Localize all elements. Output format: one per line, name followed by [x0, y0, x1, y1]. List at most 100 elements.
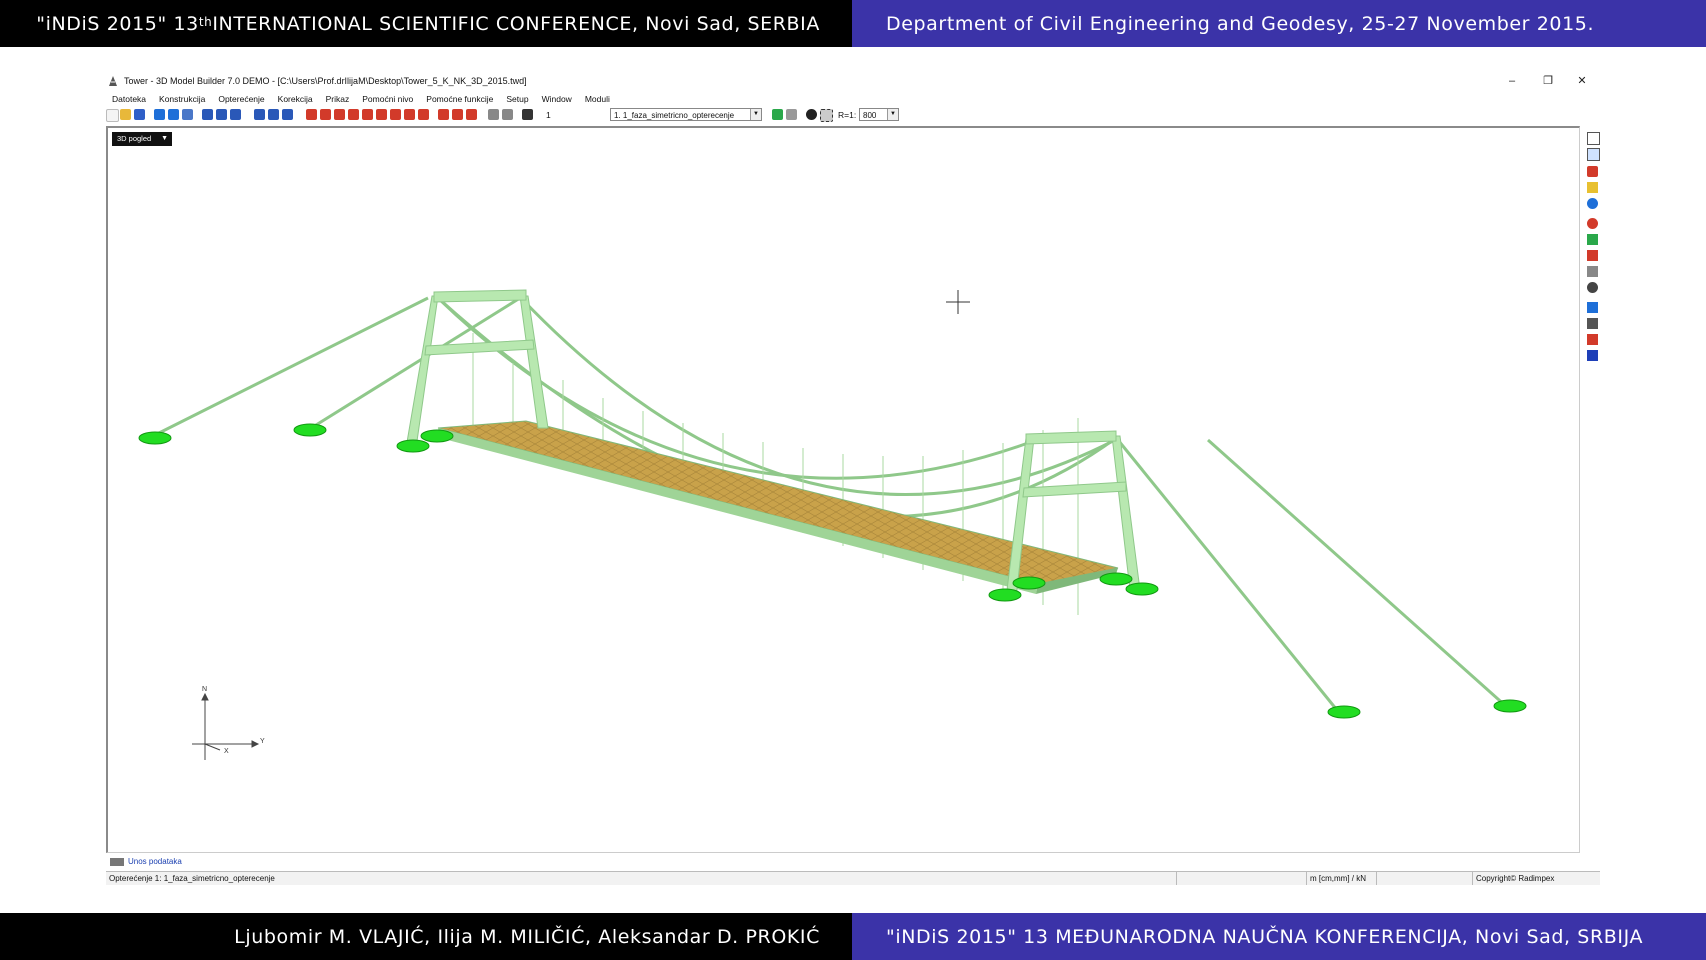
footer-conference: "iNDiS 2015" 13 MEĐUNARODNA NAUČNA KONFE… — [852, 913, 1706, 960]
load-case-value: 1. 1_faza_simetricno_opterecenje — [614, 111, 735, 120]
menu-window[interactable]: Window — [542, 92, 572, 106]
contrast-icon[interactable] — [806, 109, 817, 120]
crosshair-cursor-icon — [946, 290, 970, 314]
load-area-icon[interactable] — [334, 109, 345, 120]
menu-setup[interactable]: Setup — [506, 92, 528, 106]
minimize-button[interactable]: – — [1498, 72, 1526, 90]
dimension-icon[interactable] — [1587, 182, 1598, 193]
menu-bar: Datoteka Konstrukcija Opterećenje Korekc… — [106, 92, 1600, 106]
menu-prikaz[interactable]: Prikaz — [326, 92, 350, 106]
zoom-extents-icon[interactable] — [820, 109, 833, 122]
chevron-down-icon[interactable]: ▼ — [887, 109, 898, 120]
load-edit-icon[interactable] — [466, 109, 477, 120]
axis-label-y: Y — [260, 738, 265, 745]
line-icon[interactable] — [182, 109, 193, 120]
menu-korekcija[interactable]: Korekcija — [278, 92, 313, 106]
toolbar: 1 1. 1_faza_simetricno_opterecenje ▼ R=1… — [106, 107, 1600, 123]
header-department: Department of Civil Engineering and Geod… — [852, 0, 1706, 47]
axis-view-icon[interactable] — [1587, 132, 1600, 145]
scale-label: R=1: — [838, 110, 857, 120]
header-title-suffix: INTERNATIONAL SCIENTIFIC CONFERENCE, Nov… — [212, 12, 820, 35]
load-moment-icon[interactable] — [348, 109, 359, 120]
chevron-down-icon[interactable]: ▼ — [161, 132, 168, 146]
menu-pomocni-nivo[interactable]: Pomoćni nivo — [362, 92, 413, 106]
conference-footer: Ljubomir M. VLAJIĆ, Ilija M. MILIČIĆ, Al… — [0, 913, 1706, 960]
next-case-icon[interactable] — [772, 109, 783, 120]
pan-icon[interactable] — [1587, 234, 1598, 245]
header-conference-title: "iNDiS 2015" 13th INTERNATIONAL SCIENTIF… — [0, 0, 852, 47]
new-file-icon[interactable] — [106, 109, 119, 122]
tree-icon[interactable] — [1587, 334, 1598, 345]
view-mode-value: 3D pogled — [117, 134, 152, 143]
prev-case-icon[interactable] — [786, 109, 797, 120]
pin-icon[interactable] — [1587, 166, 1598, 177]
window-title: Tower - 3D Model Builder 7.0 DEMO - [C:\… — [124, 76, 527, 86]
axis-label-x: X — [224, 748, 229, 755]
status-copyright: Copyright© Radimpex — [1472, 872, 1600, 885]
backstay-cables-left — [152, 296, 521, 438]
layers-icon[interactable] — [522, 109, 533, 120]
menu-opterecenje[interactable]: Opterećenje — [218, 92, 264, 106]
status-empty — [1176, 872, 1306, 885]
menu-konstrukcija[interactable]: Konstrukcija — [159, 92, 205, 106]
status-load-case: Opterećenje 1: 1_faza_simetricno_opterec… — [109, 874, 275, 883]
input-tab[interactable]: Unos podataka — [106, 856, 182, 868]
load-temp-icon[interactable] — [362, 109, 373, 120]
header-title-sup: th — [198, 14, 213, 29]
orbit-icon[interactable] — [1587, 218, 1598, 229]
measure-icon[interactable] — [1587, 266, 1598, 277]
chevron-down-icon[interactable]: ▼ — [750, 109, 761, 120]
load-delete-icon[interactable] — [376, 109, 387, 120]
status-bar: Opterećenje 1: 1_faza_simetricno_opterec… — [106, 871, 1600, 885]
load-arrow-icon[interactable] — [390, 109, 401, 120]
status-toggles — [1376, 872, 1472, 885]
side-toolbar — [1584, 126, 1600, 853]
print-preview-icon[interactable] — [268, 109, 279, 120]
print-icon[interactable] — [254, 109, 265, 120]
load-case-select[interactable]: 1. 1_faza_simetricno_opterecenje ▼ — [610, 108, 762, 121]
frame-icon[interactable] — [1587, 350, 1598, 361]
maximize-button[interactable]: ❐ — [1534, 72, 1562, 90]
cube-icon[interactable] — [154, 109, 165, 120]
keyboard-icon — [110, 857, 124, 866]
axis-label-z: N — [202, 686, 208, 693]
menu-pomocne-funkcije[interactable]: Pomoćne funkcije — [426, 92, 493, 106]
title-bar: Tower - 3D Model Builder 7.0 DEMO - [C:\… — [106, 72, 1600, 90]
tower-app-window: Tower - 3D Model Builder 7.0 DEMO - [C:\… — [106, 72, 1600, 886]
node-icon[interactable] — [216, 109, 227, 120]
load-combo-icon[interactable] — [418, 109, 429, 120]
beam-icon[interactable] — [202, 109, 213, 120]
header-title-prefix: "iNDiS 2015" 13 — [36, 12, 199, 35]
scale-select[interactable]: 800 ▼ — [859, 108, 899, 121]
footer-authors: Ljubomir M. VLAJIĆ, Ilija M. MILIČIĆ, Al… — [0, 913, 852, 960]
hand-icon[interactable] — [1587, 282, 1598, 293]
copy-icon[interactable] — [168, 109, 179, 120]
zoom-icon[interactable] — [1587, 250, 1598, 261]
save-icon[interactable] — [134, 109, 145, 120]
load-point-icon[interactable] — [306, 109, 317, 120]
wave-icon[interactable] — [1587, 318, 1598, 329]
load-move-icon[interactable] — [452, 109, 463, 120]
support-icon[interactable] — [230, 109, 241, 120]
menu-datoteka[interactable]: Datoteka — [112, 92, 146, 106]
bridge-model[interactable] — [108, 128, 1578, 851]
plane-view-icon[interactable] — [1587, 148, 1600, 161]
info-icon[interactable] — [1587, 198, 1598, 209]
view-mode-dropdown[interactable]: 3D pogled ▼ — [112, 132, 172, 146]
input-tab-label: Unos podataka — [128, 857, 182, 866]
load-line-icon[interactable] — [320, 109, 331, 120]
conference-header: "iNDiS 2015" 13th INTERNATIONAL SCIENTIF… — [0, 0, 1706, 47]
case-number: 1 — [546, 110, 551, 120]
3d-viewport[interactable]: N Y X 3D pogled ▼ — [106, 126, 1580, 853]
grid-icon[interactable] — [1587, 302, 1598, 313]
undo-icon[interactable] — [488, 109, 499, 120]
close-button[interactable]: ✕ — [1568, 72, 1596, 90]
rotate-icon[interactable] — [282, 109, 293, 120]
supports — [138, 423, 1527, 719]
load-house-icon[interactable] — [404, 109, 415, 120]
open-folder-icon[interactable] — [120, 109, 131, 120]
status-units: m [cm,mm] / kN — [1306, 872, 1376, 885]
menu-moduli[interactable]: Moduli — [585, 92, 610, 106]
load-copy-icon[interactable] — [438, 109, 449, 120]
redo-icon[interactable] — [502, 109, 513, 120]
